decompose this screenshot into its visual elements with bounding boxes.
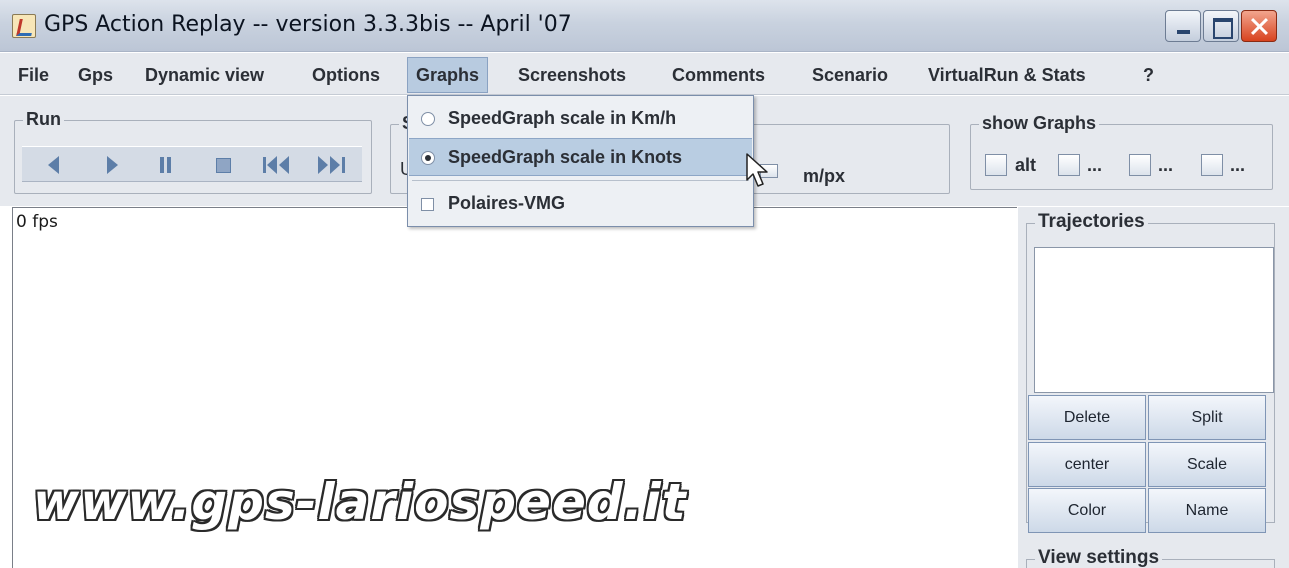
mouse-pointer-icon xyxy=(746,153,768,187)
menu-separator xyxy=(412,180,749,181)
show-graph-3-label: ... xyxy=(1158,155,1174,175)
menu-options[interactable]: Options xyxy=(312,61,380,89)
radio-unchecked-icon xyxy=(421,112,435,126)
menu-scenario[interactable]: Scenario xyxy=(812,61,888,89)
radio-checked-icon xyxy=(421,151,435,165)
name-button[interactable]: Name xyxy=(1148,488,1266,533)
forward-to-end-icon[interactable] xyxy=(318,155,354,175)
show-graph-alt-label: alt xyxy=(1015,155,1037,175)
scale-unit-label: m/px xyxy=(803,166,846,186)
color-button[interactable]: Color xyxy=(1028,488,1146,533)
split-button[interactable]: Split xyxy=(1148,395,1266,440)
view-settings-title: View settings xyxy=(1035,547,1163,568)
graphs-dropdown-menu: SpeedGraph scale in Km/h SpeedGraph scal… xyxy=(407,95,754,227)
trajectories-group: Trajectories Delete Split center Scale C… xyxy=(1026,211,1275,533)
play-icon[interactable] xyxy=(100,155,124,175)
show-graph-2-checkbox[interactable] xyxy=(1058,154,1080,176)
show-graph-4-label: ... xyxy=(1230,155,1246,175)
menu-help[interactable]: ? xyxy=(1143,61,1154,89)
menu-bar: File Gps Dynamic view Options Graphs Scr… xyxy=(0,53,1289,95)
menu-file[interactable]: File xyxy=(18,61,49,89)
pause-icon[interactable] xyxy=(153,155,177,175)
menu-comments[interactable]: Comments xyxy=(672,61,765,89)
stop-icon[interactable] xyxy=(210,155,234,175)
fps-readout: 0 fps xyxy=(16,212,58,232)
menu-item-label: SpeedGraph scale in Knots xyxy=(448,147,683,167)
show-graph-2-label: ... xyxy=(1087,155,1103,175)
title-bar[interactable]: GPS Action Replay -- version 3.3.3bis --… xyxy=(0,0,1289,52)
show-graph-3-checkbox[interactable] xyxy=(1129,154,1151,176)
right-panel: Trajectories Delete Split center Scale C… xyxy=(1018,207,1289,568)
checkbox-unchecked-icon xyxy=(421,198,434,211)
menu-dynamic-view[interactable]: Dynamic view xyxy=(145,61,264,89)
trajectories-list[interactable] xyxy=(1034,247,1274,393)
minimize-button[interactable] xyxy=(1165,10,1201,42)
menu-item-speedgraph-kmh[interactable]: SpeedGraph scale in Km/h xyxy=(409,100,752,138)
app-window: GPS Action Replay -- version 3.3.3bis --… xyxy=(0,0,1289,568)
watermark-text: www.gps-lariospeed.it xyxy=(33,473,687,531)
rewind-to-start-icon[interactable] xyxy=(263,155,299,175)
java-cup-icon[interactable] xyxy=(12,14,36,38)
menu-virtualrun-stats[interactable]: VirtualRun & Stats xyxy=(928,61,1086,89)
menu-gps[interactable]: Gps xyxy=(78,61,113,89)
maximize-button[interactable] xyxy=(1203,10,1239,42)
step-back-icon[interactable] xyxy=(42,155,66,175)
show-graphs-title: show Graphs xyxy=(979,113,1100,134)
menu-item-label: Polaires-VMG xyxy=(448,193,566,213)
replay-canvas[interactable]: 0 fps www.gps-lariospeed.it xyxy=(12,207,1017,568)
run-group-title: Run xyxy=(23,109,64,130)
trajectories-title: Trajectories xyxy=(1035,211,1148,233)
menu-item-polaires-vmg[interactable]: Polaires-VMG xyxy=(409,185,752,223)
menu-item-speedgraph-knots[interactable]: SpeedGraph scale in Knots xyxy=(409,138,752,176)
show-graph-alt-checkbox[interactable] xyxy=(985,154,1007,176)
menu-graphs[interactable]: Graphs xyxy=(407,57,489,93)
delete-button[interactable]: Delete xyxy=(1028,395,1146,440)
view-settings-group: View settings xyxy=(1026,547,1275,568)
center-button[interactable]: center xyxy=(1028,442,1146,487)
show-graph-4-checkbox[interactable] xyxy=(1201,154,1223,176)
scale-button[interactable]: Scale xyxy=(1148,442,1266,487)
close-button[interactable] xyxy=(1241,10,1277,42)
menu-screenshots[interactable]: Screenshots xyxy=(518,61,626,89)
playback-controls xyxy=(22,146,362,182)
window-title: GPS Action Replay -- version 3.3.3bis --… xyxy=(44,12,572,37)
menu-item-label: SpeedGraph scale in Km/h xyxy=(448,108,677,128)
